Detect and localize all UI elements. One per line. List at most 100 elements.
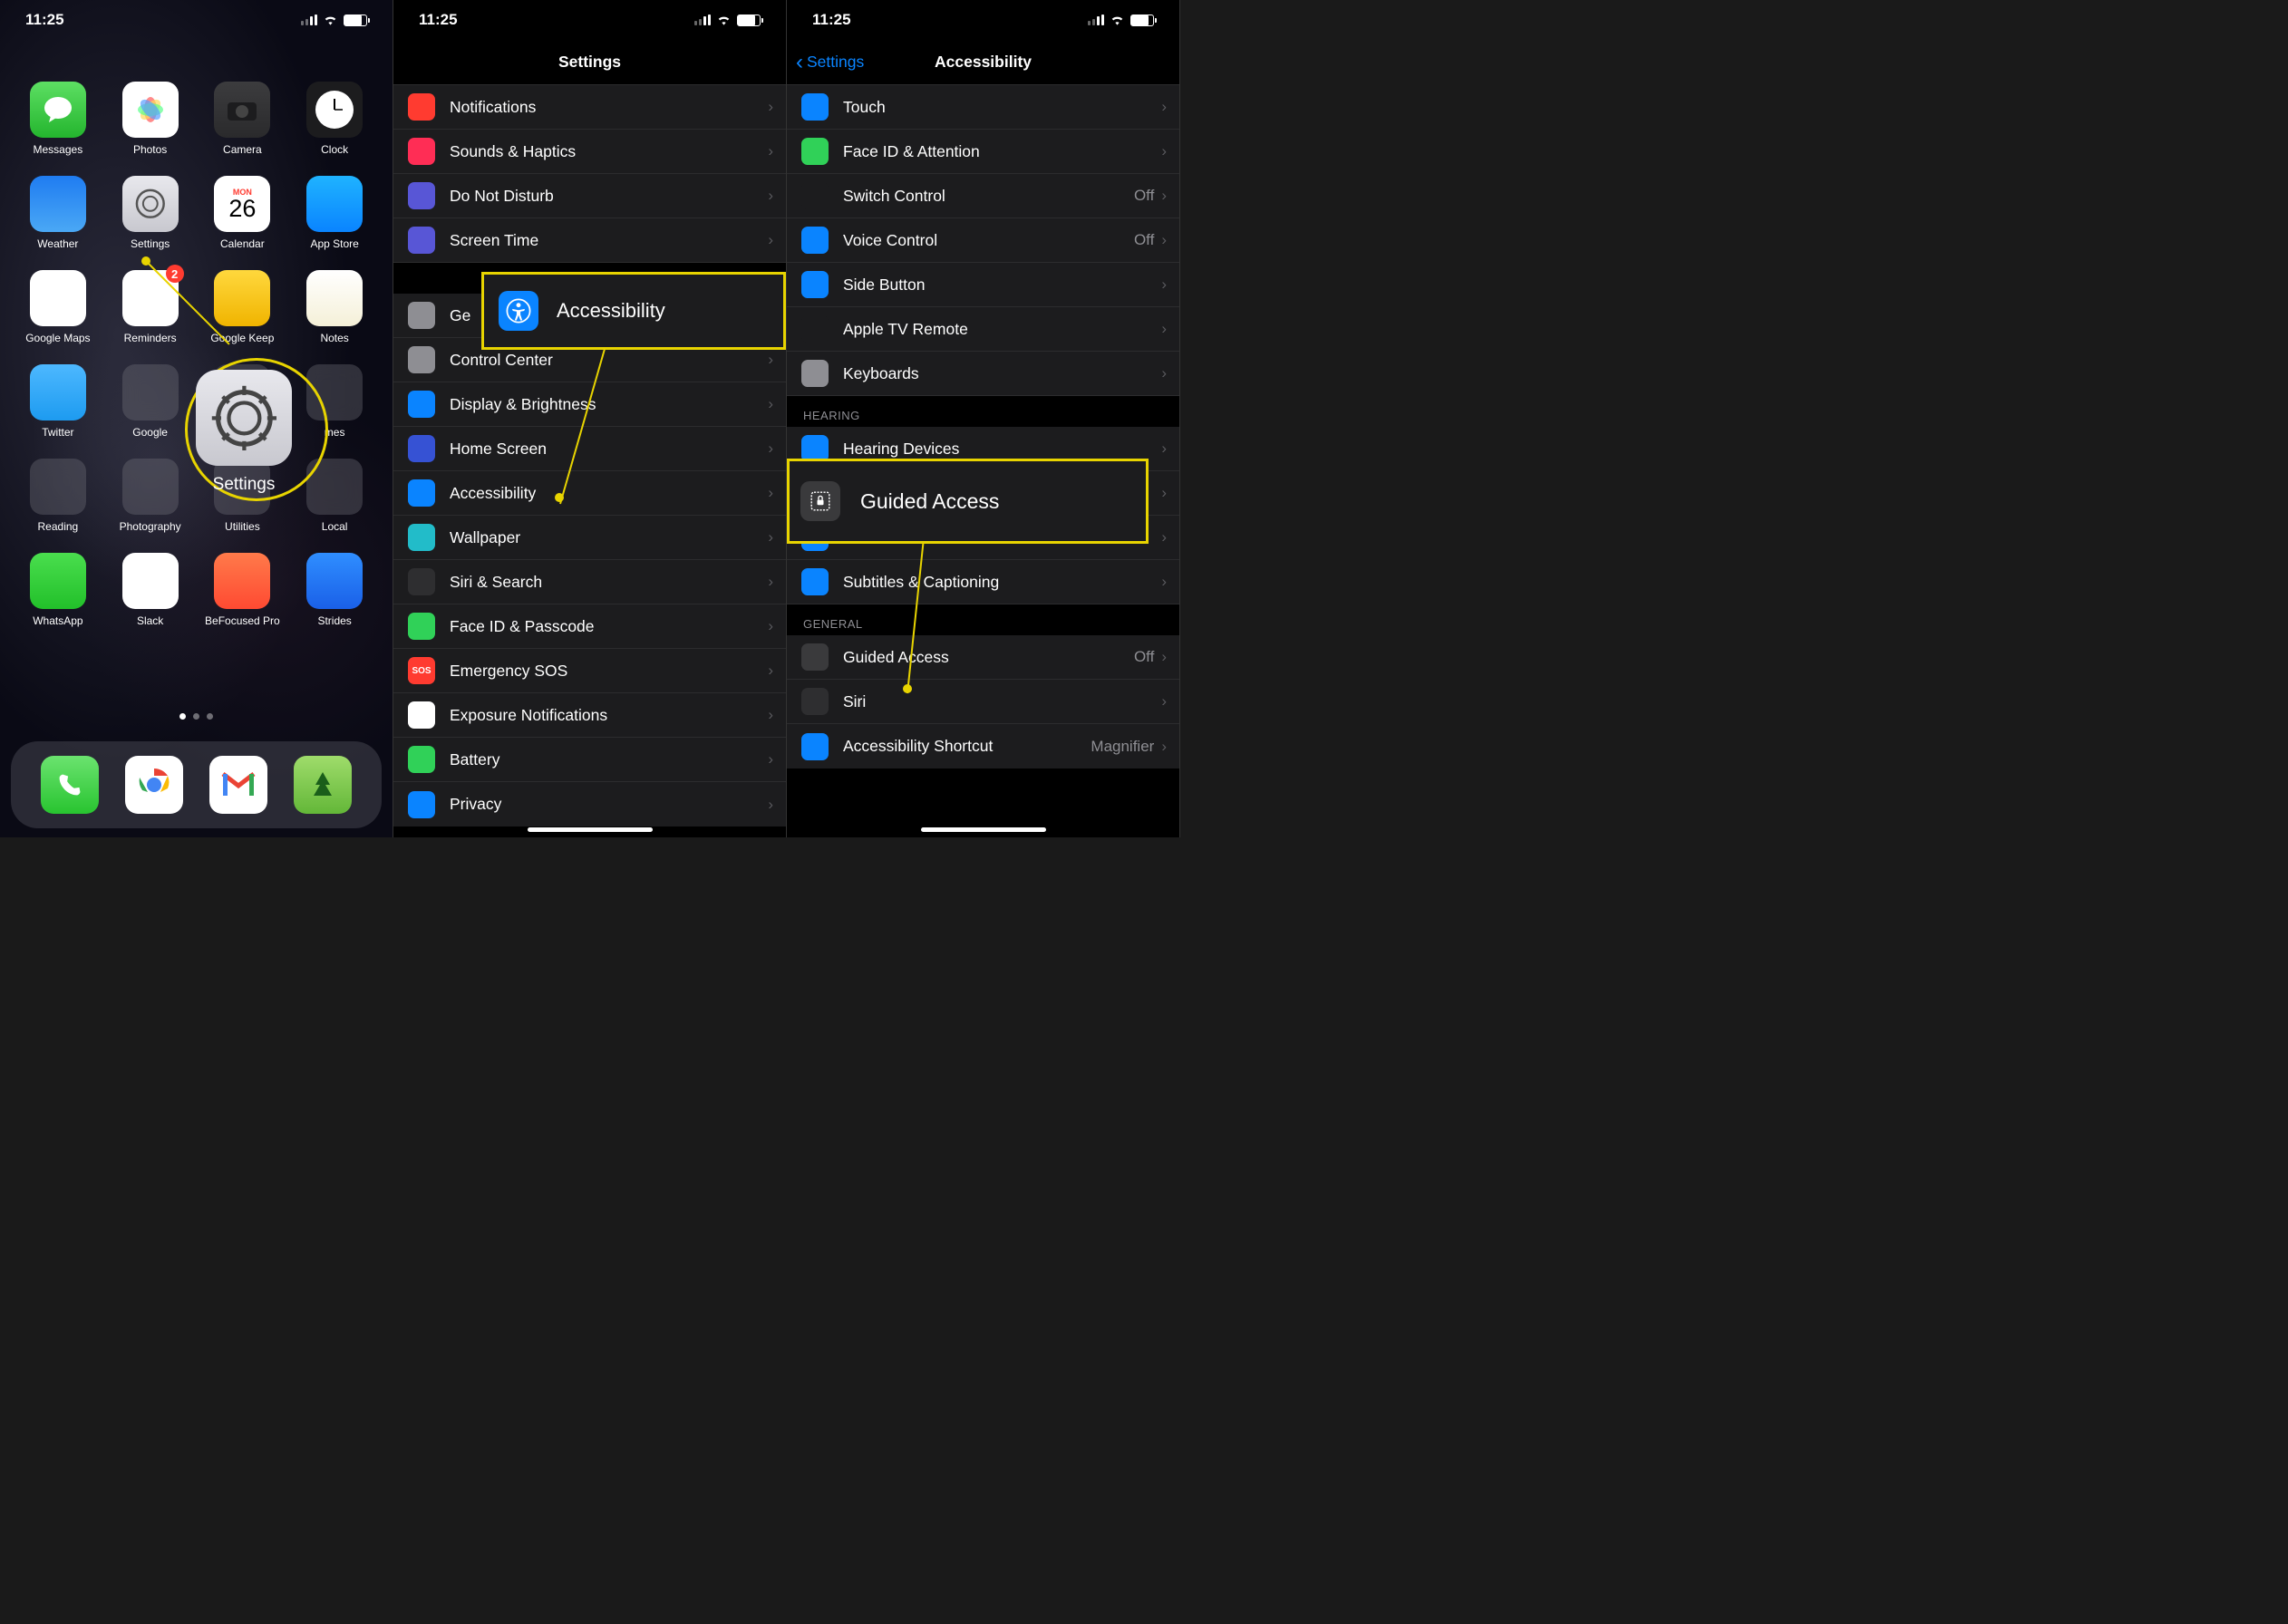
app-label: App Store: [310, 237, 358, 250]
app-google-keep[interactable]: Google Keep: [203, 270, 283, 344]
callout-guided-access[interactable]: Guided Access: [787, 459, 1149, 544]
dock-gmail[interactable]: [209, 756, 267, 814]
app-google-maps[interactable]: Google Maps: [18, 270, 98, 344]
row-label: Screen Time: [450, 231, 768, 250]
row-display-brightness[interactable]: Display & Brightness›: [393, 382, 786, 427]
app-icon: [214, 553, 270, 609]
app-photos[interactable]: Photos: [111, 82, 190, 156]
row-icon: [408, 479, 435, 507]
callout-accessibility[interactable]: Accessibility: [481, 272, 786, 350]
row-siri-search[interactable]: Siri & Search›: [393, 560, 786, 604]
app-reminders[interactable]: 2Reminders: [111, 270, 190, 344]
row-accessibility[interactable]: Accessibility›: [393, 471, 786, 516]
row-battery[interactable]: Battery›: [393, 738, 786, 782]
guided-access-icon: [800, 481, 840, 521]
app-befocused-pro[interactable]: BeFocused Pro: [203, 553, 283, 627]
row-label: Apple TV Remote: [843, 320, 1161, 339]
chevron-right-icon: ›: [1161, 738, 1167, 756]
app-label: Camera: [223, 143, 262, 156]
app-strides[interactable]: Strides: [295, 553, 374, 627]
app-notes[interactable]: Notes: [295, 270, 374, 344]
row-label: Keyboards: [843, 364, 1161, 383]
app-calendar[interactable]: MON26Calendar: [203, 176, 283, 250]
row-label: Privacy: [450, 795, 768, 814]
app-photography[interactable]: Photography: [111, 459, 190, 533]
app-google[interactable]: Google: [111, 364, 190, 439]
row-label: Touch: [843, 98, 1161, 117]
dock-phone[interactable]: [41, 756, 99, 814]
row-face-id-passcode[interactable]: Face ID & Passcode›: [393, 604, 786, 649]
row-notifications[interactable]: Notifications›: [393, 85, 786, 130]
chevron-right-icon: ›: [768, 98, 773, 116]
home-indicator[interactable]: [528, 827, 653, 832]
app-icon: [30, 176, 86, 232]
chevron-right-icon: ›: [768, 395, 773, 413]
row-icon: [408, 138, 435, 165]
row-face-id-attention[interactable]: Face ID & Attention›: [787, 130, 1179, 174]
chevron-right-icon: ›: [1161, 692, 1167, 710]
row-icon: [408, 182, 435, 209]
row-switch-control[interactable]: Switch ControlOff›: [787, 174, 1179, 218]
row-icon: [801, 643, 829, 671]
app-label: Clock: [321, 143, 348, 156]
app-icon: [122, 553, 179, 609]
status-bar: 11:25: [393, 0, 786, 40]
chevron-right-icon: ›: [1161, 484, 1167, 502]
panel-home-screen: 11:25 MessagesPhotosCameraClockWeatherSe…: [0, 0, 393, 837]
settings-list[interactable]: Notifications›Sounds & Haptics›Do Not Di…: [393, 85, 786, 837]
back-button[interactable]: ‹ Settings: [796, 52, 864, 73]
app-icon: [306, 553, 363, 609]
row-sounds-haptics[interactable]: Sounds & Haptics›: [393, 130, 786, 174]
row-subtitles-captioning[interactable]: Subtitles & Captioning›: [787, 560, 1179, 604]
row-siri[interactable]: Siri›: [787, 680, 1179, 724]
app-icon: [30, 364, 86, 420]
row-value: Off: [1134, 231, 1154, 249]
battery-icon: [737, 14, 761, 26]
app-app-store[interactable]: App Store: [295, 176, 374, 250]
badge: 2: [166, 265, 184, 283]
app-label: Reminders: [124, 332, 177, 344]
row-icon: [801, 138, 829, 165]
chevron-right-icon: ›: [1161, 320, 1167, 338]
row-side-button[interactable]: Side Button›: [787, 263, 1179, 307]
row-accessibility-shortcut[interactable]: Accessibility ShortcutMagnifier›: [787, 724, 1179, 768]
app-messages[interactable]: Messages: [18, 82, 98, 156]
row-emergency-sos[interactable]: SOSEmergency SOS›: [393, 649, 786, 693]
row-touch[interactable]: Touch›: [787, 85, 1179, 130]
home-indicator[interactable]: [921, 827, 1046, 832]
row-privacy[interactable]: Privacy›: [393, 782, 786, 826]
app-icon: [306, 176, 363, 232]
row-icon: [408, 302, 435, 329]
row-screen-time[interactable]: Screen Time›: [393, 218, 786, 263]
app-twitter[interactable]: Twitter: [18, 364, 98, 439]
app-camera[interactable]: Camera: [203, 82, 283, 156]
app-label: Twitter: [42, 426, 73, 439]
panel-settings: 11:25 Settings Notifications›Sounds & Ha…: [393, 0, 787, 837]
callout-settings-app[interactable]: Settings: [196, 370, 292, 495]
app-clock[interactable]: Clock: [295, 82, 374, 156]
row-wallpaper[interactable]: Wallpaper›: [393, 516, 786, 560]
row-do-not-disturb[interactable]: Do Not Disturb›: [393, 174, 786, 218]
dock-forest[interactable]: [294, 756, 352, 814]
app-icon: [30, 553, 86, 609]
row-voice-control[interactable]: Voice ControlOff›: [787, 218, 1179, 263]
app-grid: MessagesPhotosCameraClockWeatherSettings…: [0, 40, 393, 627]
app-settings[interactable]: Settings: [111, 176, 190, 250]
app-icon: [214, 270, 270, 326]
chevron-right-icon: ›: [768, 187, 773, 205]
app-whatsapp[interactable]: WhatsApp: [18, 553, 98, 627]
row-exposure-notifications[interactable]: Exposure Notifications›: [393, 693, 786, 738]
app-weather[interactable]: Weather: [18, 176, 98, 250]
dock-chrome[interactable]: [125, 756, 183, 814]
chevron-right-icon: ›: [768, 617, 773, 635]
row-home-screen[interactable]: Home Screen›: [393, 427, 786, 471]
app-slack[interactable]: Slack: [111, 553, 190, 627]
page-indicator[interactable]: [0, 713, 393, 720]
chevron-right-icon: ›: [1161, 187, 1167, 205]
row-apple-tv-remote[interactable]: Apple TV Remote›: [787, 307, 1179, 352]
row-keyboards[interactable]: Keyboards›: [787, 352, 1179, 396]
app-reading[interactable]: Reading: [18, 459, 98, 533]
row-icon: [801, 360, 829, 387]
app-icon: [30, 82, 86, 138]
row-guided-access[interactable]: Guided AccessOff›: [787, 635, 1179, 680]
